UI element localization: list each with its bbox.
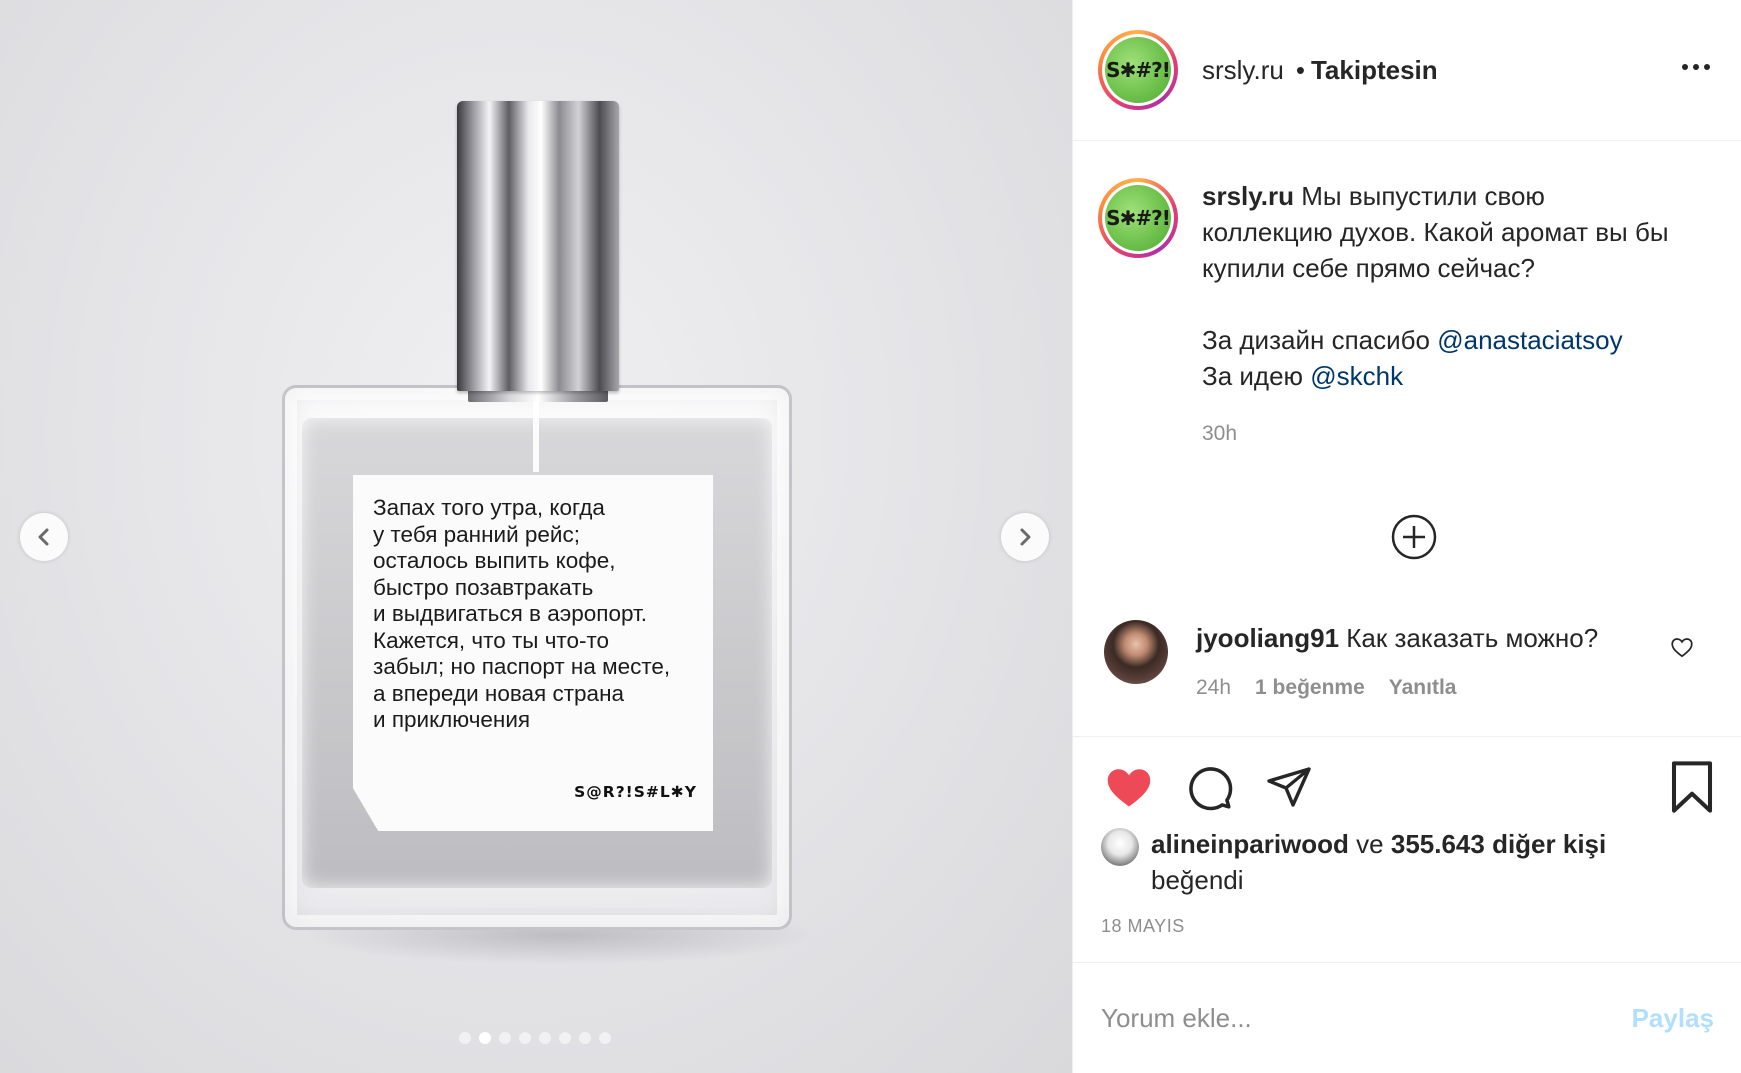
like-button[interactable] bbox=[1101, 759, 1157, 815]
comment-button[interactable] bbox=[1181, 759, 1237, 815]
carousel-dots bbox=[459, 1032, 611, 1044]
carousel-next-button[interactable] bbox=[1001, 513, 1049, 561]
carousel-prev-button[interactable] bbox=[20, 513, 68, 561]
more-options-button[interactable] bbox=[1682, 58, 1710, 76]
load-more-comments-button[interactable] bbox=[1390, 513, 1438, 561]
author-username[interactable]: srsly.ru bbox=[1202, 55, 1284, 86]
comment-like-button[interactable] bbox=[1669, 634, 1697, 662]
author-avatar-border: S✱#?! bbox=[1102, 34, 1174, 106]
carousel-dot bbox=[539, 1032, 551, 1044]
likes-suffix: beğendi bbox=[1151, 865, 1244, 895]
carousel-dot bbox=[499, 1032, 511, 1044]
perfume-label-text: Запах того утра, когда у тебя ранний рей… bbox=[373, 495, 671, 732]
author-avatar[interactable]: S✱#?! bbox=[1098, 30, 1178, 110]
liker-avatar[interactable] bbox=[1101, 828, 1139, 866]
likes-connector: ve bbox=[1356, 829, 1384, 859]
comment-time[interactable]: 24h bbox=[1196, 676, 1231, 700]
comment-item: jyooliang91 Как заказать можно? 24h 1 be… bbox=[1098, 620, 1718, 700]
post-caption: S✱#?! srsly.ru Мы выпустили свою коллекц… bbox=[1098, 178, 1718, 452]
liker-username[interactable]: alineinpariwood bbox=[1151, 829, 1349, 859]
caption-body: srsly.ru Мы выпустили свою коллекцию дух… bbox=[1202, 178, 1682, 452]
comment-line: jyooliang91 Как заказать можно? bbox=[1196, 620, 1598, 656]
commenter-username[interactable]: jyooliang91 bbox=[1196, 623, 1339, 653]
caption-design-credit: За дизайн спасибо @anastaciatsoy bbox=[1202, 322, 1682, 358]
follow-status-button[interactable]: Takiptesin bbox=[1311, 55, 1438, 86]
caption-idea-credit: За идею @skchk bbox=[1202, 358, 1682, 394]
caption-timestamp[interactable]: 30h bbox=[1202, 416, 1682, 452]
bookmark-icon bbox=[1671, 761, 1713, 813]
share-button[interactable] bbox=[1261, 759, 1317, 815]
post-media[interactable]: Запах того утра, когда у тебя ранний рей… bbox=[0, 0, 1072, 1073]
author-avatar-logo: S✱#?! bbox=[1105, 37, 1171, 103]
heart-outline-icon bbox=[1671, 638, 1693, 658]
carousel-dot bbox=[559, 1032, 571, 1044]
plus-circle-icon bbox=[1391, 514, 1437, 560]
comment-body: jyooliang91 Как заказать можно? 24h 1 be… bbox=[1196, 620, 1598, 700]
comment-input[interactable] bbox=[1101, 1002, 1632, 1034]
chevron-right-icon bbox=[1020, 528, 1031, 546]
send-icon bbox=[1267, 767, 1311, 807]
commenter-avatar[interactable] bbox=[1104, 620, 1168, 684]
comment-meta: 24h 1 beğenme Yanıtla bbox=[1196, 676, 1598, 700]
caption-idea-prefix: За идею bbox=[1202, 361, 1304, 391]
perfume-label: Запах того утра, когда у тебя ранний рей… bbox=[353, 475, 713, 831]
action-bar bbox=[1073, 737, 1741, 837]
post-actions-section bbox=[1073, 736, 1741, 837]
header-separator: • bbox=[1295, 54, 1305, 85]
perfume-dip-tube bbox=[533, 402, 539, 472]
carousel-dot bbox=[579, 1032, 591, 1044]
mention-link-idea[interactable]: @skchk bbox=[1310, 361, 1403, 391]
post-side-panel: S✱#?! srsly.ru • Takiptesin S✱#?! srsly.… bbox=[1072, 0, 1741, 1073]
caption-author-avatar[interactable]: S✱#?! bbox=[1098, 178, 1178, 258]
ellipsis-icon bbox=[1682, 64, 1688, 70]
caption-author-avatar-logo: S✱#?! bbox=[1105, 185, 1171, 251]
comment-text: Как заказать можно? bbox=[1346, 623, 1599, 653]
carousel-dot bbox=[599, 1032, 611, 1044]
comment-likes-count[interactable]: 1 beğenme bbox=[1255, 676, 1365, 700]
likes-others-count[interactable]: 355.643 diğer kişi bbox=[1391, 829, 1606, 859]
caption-author-avatar-border: S✱#?! bbox=[1102, 182, 1174, 254]
save-button[interactable] bbox=[1664, 759, 1720, 815]
add-comment-bar: Paylaş bbox=[1073, 962, 1741, 1073]
carousel-dot bbox=[459, 1032, 471, 1044]
post-comment-button[interactable]: Paylaş bbox=[1632, 1003, 1714, 1034]
carousel-dot bbox=[479, 1032, 491, 1044]
perfume-cap bbox=[457, 101, 619, 391]
likes-text: alineinpariwood ve 355.643 diğer kişi be… bbox=[1151, 826, 1606, 898]
comment-icon bbox=[1189, 767, 1233, 811]
ellipsis-icon-dot bbox=[1704, 64, 1710, 70]
post-container: Запах того утра, когда у тебя ранний рей… bbox=[0, 0, 1741, 1073]
caption-gap bbox=[1202, 286, 1682, 322]
likes-summary: alineinpariwood ve 355.643 diğer kişi be… bbox=[1101, 826, 1721, 898]
caption-first-paragraph: srsly.ru Мы выпустили свою коллекцию дух… bbox=[1202, 178, 1682, 286]
comment-reply-button[interactable]: Yanıtla bbox=[1389, 676, 1457, 700]
perfume-label-brand: S@R?!S#L✱Y bbox=[574, 783, 697, 801]
post-header: S✱#?! srsly.ru • Takiptesin bbox=[1073, 0, 1741, 141]
ellipsis-icon-dot bbox=[1693, 64, 1699, 70]
carousel-dot bbox=[519, 1032, 531, 1044]
heart-filled-icon bbox=[1107, 769, 1151, 807]
chevron-left-icon bbox=[38, 528, 49, 546]
caption-design-prefix: За дизайн спасибо bbox=[1202, 325, 1430, 355]
post-date[interactable]: 18 MAYIS bbox=[1101, 916, 1185, 937]
mention-link-designer[interactable]: @anastaciatsoy bbox=[1437, 325, 1622, 355]
caption-username[interactable]: srsly.ru bbox=[1202, 181, 1294, 211]
